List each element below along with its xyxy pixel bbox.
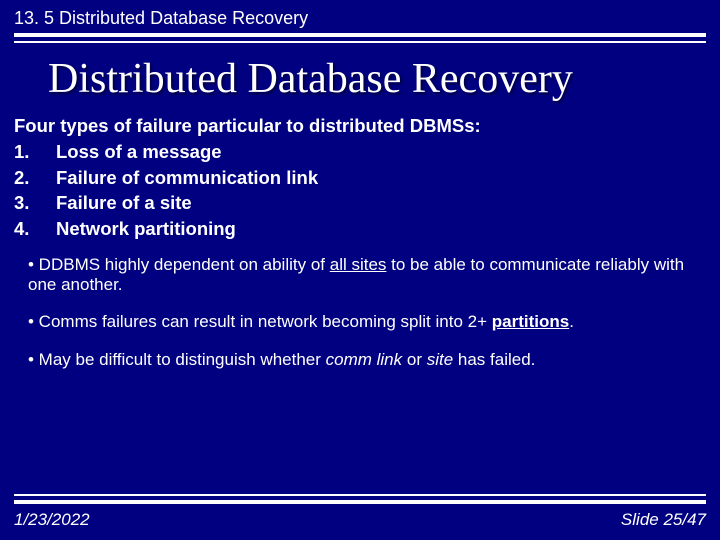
bullet-text: • Comms failures can result in network b…	[28, 312, 492, 331]
slide-title: Distributed Database Recovery	[0, 43, 720, 115]
bullet-text: .	[569, 312, 574, 331]
bullet-text: • DDBMS highly dependent on ability of	[28, 255, 330, 274]
bullet-points: • DDBMS highly dependent on ability of a…	[0, 241, 720, 369]
list-text: Loss of a message	[56, 139, 222, 165]
list-num: 4.	[14, 216, 56, 242]
list-text: Failure of communication link	[56, 165, 318, 191]
footer: 1/23/2022 Slide 25/47	[0, 494, 720, 540]
bullet-3: • May be difficult to distinguish whethe…	[28, 350, 692, 370]
list-item: 2. Failure of communication link	[14, 165, 706, 191]
list-text: Network partitioning	[56, 216, 236, 242]
footer-slide-number: Slide 25/47	[621, 510, 706, 530]
footer-date: 1/23/2022	[14, 510, 90, 530]
rule-thin	[14, 494, 706, 496]
intro-text: Four types of failure particular to dist…	[0, 115, 720, 139]
slide: 13. 5 Distributed Database Recovery Dist…	[0, 0, 720, 540]
list-num: 1.	[14, 139, 56, 165]
header: 13. 5 Distributed Database Recovery	[0, 0, 720, 29]
bullet-2: • Comms failures can result in network b…	[28, 312, 692, 332]
bullet-text: has failed.	[453, 350, 535, 369]
list-item: 3. Failure of a site	[14, 190, 706, 216]
bullet-1: • DDBMS highly dependent on ability of a…	[28, 255, 692, 294]
failure-list: 1. Loss of a message 2. Failure of commu…	[0, 139, 720, 241]
list-item: 4. Network partitioning	[14, 216, 706, 242]
list-num: 2.	[14, 165, 56, 191]
bullet-text: • May be difficult to distinguish whethe…	[28, 350, 326, 369]
italic-text: site	[427, 350, 453, 369]
rule-thick	[14, 33, 706, 37]
header-text: 13. 5 Distributed Database Recovery	[14, 8, 308, 28]
footer-row: 1/23/2022 Slide 25/47	[14, 510, 706, 530]
list-text: Failure of a site	[56, 190, 192, 216]
list-num: 3.	[14, 190, 56, 216]
italic-text: comm link	[326, 350, 403, 369]
bullet-text: or	[402, 350, 427, 369]
list-item: 1. Loss of a message	[14, 139, 706, 165]
bold-underline-text: partitions	[492, 312, 569, 331]
rule-thick	[14, 500, 706, 504]
underline-text: all sites	[330, 255, 387, 274]
header-rule	[14, 33, 706, 43]
footer-rule	[14, 494, 706, 504]
rule-thin	[14, 41, 706, 43]
